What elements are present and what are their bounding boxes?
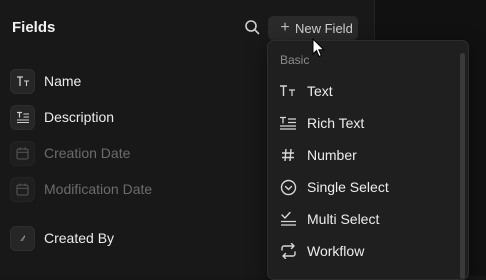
field-label: Name bbox=[44, 73, 82, 89]
menu-item-label: Single Select bbox=[307, 179, 389, 195]
search-icon[interactable] bbox=[244, 19, 260, 35]
text-type-icon bbox=[278, 81, 298, 101]
hash-icon bbox=[278, 145, 298, 165]
menu-item-label: Number bbox=[307, 147, 357, 163]
menu-item-rich-text[interactable]: Rich Text bbox=[278, 110, 448, 136]
menu-item-multi-select[interactable]: Multi Select bbox=[278, 206, 448, 232]
menu-item-number[interactable]: Number bbox=[278, 142, 448, 168]
repeat-icon bbox=[278, 241, 298, 261]
rich-text-icon bbox=[10, 104, 35, 130]
field-row-created-by[interactable]: Created By bbox=[10, 224, 240, 252]
field-row-name[interactable]: Name bbox=[10, 67, 240, 95]
menu-item-label: Workflow bbox=[307, 243, 365, 259]
menu-item-workflow[interactable]: Workflow bbox=[278, 238, 448, 264]
menu-item-single-select[interactable]: Single Select bbox=[278, 174, 448, 200]
rich-text-icon bbox=[278, 113, 298, 133]
field-label: Created By bbox=[44, 230, 115, 246]
menu-item-label: Rich Text bbox=[307, 115, 365, 131]
field-row-description[interactable]: Description bbox=[10, 103, 240, 131]
field-label: Modification Date bbox=[44, 181, 153, 197]
user-icon bbox=[10, 225, 35, 251]
checklist-icon bbox=[278, 209, 298, 229]
field-row-creation-date[interactable]: Creation Date bbox=[10, 139, 240, 167]
new-field-label: New Field bbox=[295, 20, 353, 36]
new-field-menu: Basic Text Rich Text Number Single Selec… bbox=[267, 40, 469, 280]
menu-item-text[interactable]: Text bbox=[278, 78, 448, 104]
panel-title: Fields bbox=[12, 19, 56, 36]
menu-item-label: Text bbox=[307, 83, 333, 99]
circle-chevron-icon bbox=[278, 177, 298, 197]
menu-scrollbar[interactable] bbox=[460, 53, 465, 279]
text-type-icon bbox=[10, 68, 35, 94]
field-label: Creation Date bbox=[44, 145, 131, 161]
menu-item-label: Multi Select bbox=[307, 211, 380, 227]
calendar-icon bbox=[10, 176, 35, 202]
calendar-icon bbox=[10, 140, 35, 166]
menu-section-label: Basic bbox=[280, 53, 310, 67]
plus-icon: + bbox=[280, 19, 290, 36]
field-row-modification-date[interactable]: Modification Date bbox=[10, 175, 240, 203]
field-label: Description bbox=[44, 109, 115, 125]
new-field-button[interactable]: + New Field bbox=[268, 16, 358, 40]
